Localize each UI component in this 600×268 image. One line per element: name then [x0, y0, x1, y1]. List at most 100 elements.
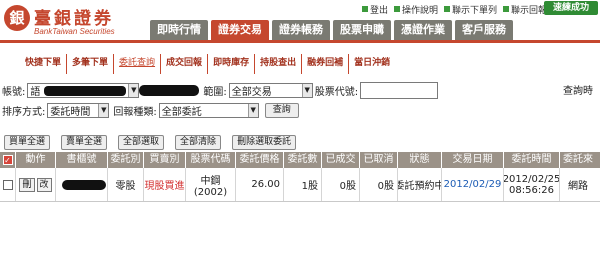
select-sell-orders-button[interactable]: 賣單全選 [61, 135, 108, 150]
sort-value: 委託時間 [50, 106, 91, 118]
row-order-date: 2012/02/25 [504, 173, 560, 185]
row-price: 26.00 [236, 168, 284, 201]
subnav-quick-order[interactable]: 快捷下單 [20, 54, 68, 74]
row-checkbox-cell [0, 168, 16, 201]
show-order-bar-link[interactable]: 聯示下單列 [444, 3, 497, 16]
select-all-button[interactable]: 全部選取 [118, 135, 165, 150]
row-status: 委託預約中 [398, 168, 442, 201]
subnav-holdings[interactable]: 持股查出 [255, 54, 303, 74]
row-filled: 0股 [322, 168, 360, 201]
header-price: 委託價格 [236, 152, 284, 168]
row-source: 網路 [568, 181, 588, 192]
redacted-account [44, 85, 127, 96]
tab-trading[interactable]: 證券交易 [211, 20, 269, 40]
help-link[interactable]: 操作說明 [394, 3, 438, 16]
square-bullet-icon [503, 6, 510, 12]
show-order-bar-label: 聯示下單列 [452, 5, 498, 16]
header-action: 動作 [16, 152, 56, 168]
range-value: 全部交易 [231, 86, 272, 98]
logo-emblem: 銀 [4, 5, 30, 31]
return-type-select[interactable]: 全部委託 ▼ [158, 102, 259, 118]
header-select-all[interactable]: ✓ [0, 152, 16, 168]
logout-link[interactable]: 登出 [362, 3, 388, 16]
top-links: 登出 操作說明 聯示下單列 聯示回報 [362, 3, 553, 16]
subnav-inventory[interactable]: 即時庫存 [208, 54, 256, 74]
table-header: ✓ 動作 書櫃號 委託別 買賣別 股票代碼 委託價格 委託數 已成交 已取消 狀… [0, 152, 600, 168]
sort-label: 排序方式: [2, 106, 46, 118]
row-book-no-cell [56, 168, 108, 201]
subnav-day-trade[interactable]: 當日沖銷 [349, 54, 395, 74]
header-order-type: 委託別 [108, 152, 144, 168]
range-label: 範圍: [203, 86, 227, 98]
row-order-datetime-cell: 2012/02/25 08:56:26 [504, 168, 560, 201]
redacted-account-name [139, 84, 200, 96]
checkbox-icon: ✓ [2, 155, 13, 165]
row-checkbox[interactable] [2, 179, 13, 190]
header-source: 委託來 [563, 154, 593, 165]
range-select[interactable]: 全部交易 ▼ [228, 82, 313, 98]
account-select[interactable]: 語 ▼ [27, 82, 140, 98]
stock-code-input[interactable] [360, 81, 439, 99]
header-quantity: 委託數 [284, 152, 322, 168]
modify-order-button[interactable]: 改 [36, 177, 52, 192]
subnav-order-query[interactable]: 委託查詢 [114, 54, 162, 74]
subnav-fill-report[interactable]: 成交回報 [161, 54, 209, 74]
filter-row-1: 帳號: 語 ▼ 範圍: 全部交易 ▼ 股票代號: [0, 81, 439, 99]
chevron-down-icon: ▼ [128, 83, 139, 97]
return-type-label: 回報種類: [113, 106, 157, 118]
clear-all-button[interactable]: 全部清除 [175, 135, 222, 150]
table-row: 刪 改 零股 現股買進 中鋼 (2002) 26.00 1股 0股 0股 委託預… [0, 168, 600, 202]
row-stock-name: 中鋼 [200, 175, 221, 187]
tab-customer-service[interactable]: 客戶服務 [455, 20, 513, 40]
header-book-no: 書櫃號 [56, 152, 108, 168]
header-stock-code: 股票代碼 [186, 152, 236, 168]
filter-row-2: 排序方式: 委託時間 ▼ 回報種類: 全部委託 ▼ 查詢 [0, 101, 299, 119]
header-cancelled: 已取消 [360, 152, 398, 168]
redacted-book-no [62, 180, 106, 190]
account-label: 帳號: [2, 86, 26, 98]
top-bar: 銀 臺銀證券 BankTaiwan Securities 登出 操作說明 聯示下… [0, 0, 600, 40]
help-label: 操作說明 [402, 5, 439, 16]
row-side: 現股買進 [144, 168, 186, 201]
tab-accounts[interactable]: 證券帳務 [272, 20, 330, 40]
square-bullet-icon [444, 6, 451, 12]
subnav-short-cover[interactable]: 融券回補 [302, 54, 350, 74]
header-status: 狀態 [398, 152, 442, 168]
return-type-value: 全部委託 [161, 106, 202, 118]
row-cancelled: 0股 [360, 168, 398, 201]
square-bullet-icon [394, 6, 401, 12]
row-order-type: 零股 [108, 168, 144, 201]
row-stock-cell: 中鋼 (2002) [186, 168, 236, 201]
logo-subtitle: BankTaiwan Securities [34, 27, 115, 36]
nav-divider [0, 40, 600, 43]
show-report-link[interactable]: 聯示回報 [503, 3, 547, 16]
tab-quotes[interactable]: 即時行情 [150, 20, 208, 40]
select-buy-orders-button[interactable]: 買單全選 [4, 135, 51, 150]
subnav-multi-order[interactable]: 多筆下單 [67, 54, 115, 74]
row-order-time: 08:56:26 [509, 184, 554, 196]
main-nav: 即時行情 證券交易 證券帳務 股票申購 憑證作業 客戶服務 [150, 20, 516, 40]
bulk-action-bar: 買單全選 賣單全選 全部選取 全部清除 刪除選取委託 [0, 135, 307, 151]
tab-ipo[interactable]: 股票申購 [333, 20, 391, 40]
delete-selected-orders-button[interactable]: 刪除選取委託 [232, 135, 297, 150]
header-order-time: 委託時間 [504, 152, 560, 168]
brand-logo[interactable]: 銀 臺銀證券 BankTaiwan Securities [4, 4, 144, 38]
chevron-down-icon: ▼ [247, 103, 258, 117]
row-quantity: 1股 [284, 168, 322, 201]
header-filled: 已成交 [322, 152, 360, 168]
chevron-down-icon: ▼ [301, 83, 312, 97]
account-value: 語 [30, 86, 41, 98]
sort-select[interactable]: 委託時間 ▼ [47, 102, 110, 118]
delete-order-button[interactable]: 刪 [19, 177, 35, 192]
row-trade-date: 2012/02/29 [442, 168, 504, 201]
header-side: 買賣別 [144, 152, 186, 168]
row-action-cell: 刪 改 [16, 168, 56, 201]
query-button[interactable]: 查詢 [264, 102, 299, 118]
row-stock-code: (2002) [193, 186, 228, 198]
show-report-label: 聯示回報 [511, 5, 548, 16]
tab-certificates[interactable]: 憑證作業 [394, 20, 452, 40]
header-trade-date: 交易日期 [442, 152, 504, 168]
easy-button[interactable]: 速練成功 [544, 1, 598, 15]
stock-code-label: 股票代號: [314, 86, 359, 98]
logout-label: 登出 [370, 5, 389, 16]
